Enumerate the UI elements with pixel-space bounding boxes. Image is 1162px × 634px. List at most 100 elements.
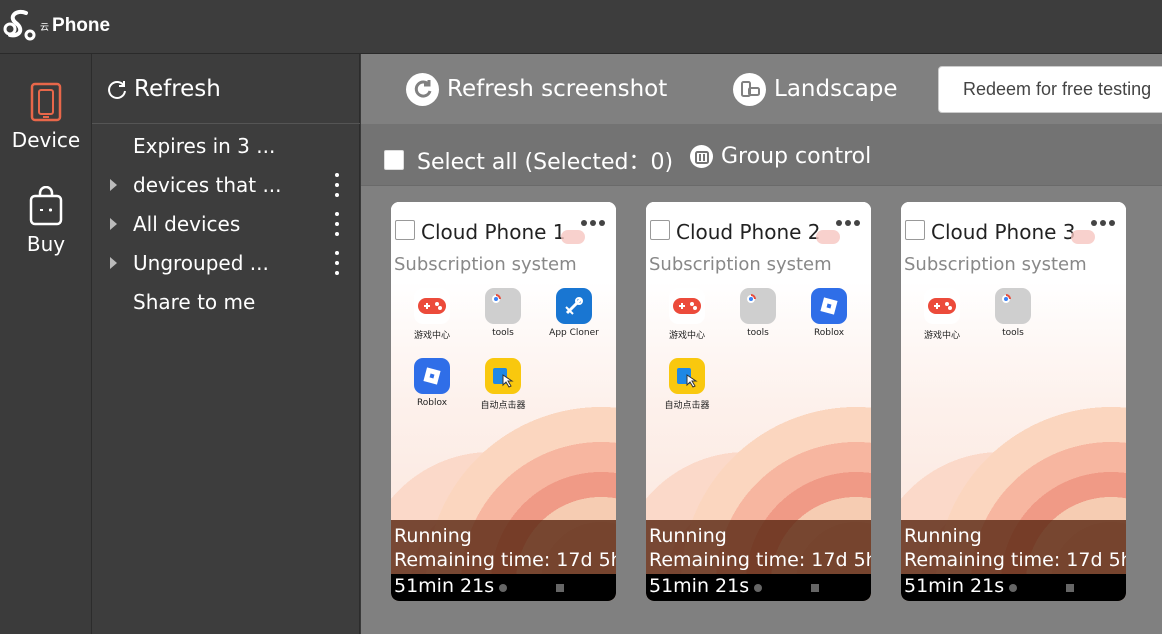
decor-shape-icon bbox=[1071, 230, 1095, 244]
remaining-time-tail: 51min 21s bbox=[394, 575, 495, 597]
status-text: Running bbox=[649, 525, 727, 547]
card-checkbox[interactable] bbox=[905, 220, 925, 240]
group-item-label: All devices bbox=[133, 211, 241, 236]
app-icon[interactable]: Roblox bbox=[402, 358, 462, 408]
app-label: tools bbox=[492, 328, 514, 338]
more-vertical-icon[interactable] bbox=[330, 172, 344, 197]
gamepad-icon bbox=[924, 288, 960, 324]
select-all-checkbox[interactable]: Select all (Selected：0) bbox=[384, 144, 673, 176]
shopping-bag-icon bbox=[29, 186, 63, 226]
app-label: 自动点击器 bbox=[480, 401, 526, 411]
decor-shape-icon bbox=[561, 230, 585, 244]
recents-button-icon[interactable] bbox=[811, 584, 819, 592]
select-all-label: Select all (Selected：0) bbox=[417, 150, 674, 175]
decor-shape-icon bbox=[816, 230, 840, 244]
app-label: Roblox bbox=[416, 398, 448, 408]
card-header: Cloud Phone 3 Subscription system bbox=[901, 202, 1126, 280]
app-icon[interactable]: tools bbox=[473, 288, 533, 338]
more-vertical-icon[interactable] bbox=[330, 211, 344, 236]
remaining-time: Remaining time: 17d 5h bbox=[904, 549, 1126, 571]
tools-folder-icon bbox=[740, 288, 776, 324]
home-button-icon[interactable] bbox=[1009, 584, 1017, 592]
tools-folder-icon bbox=[995, 288, 1031, 324]
group-control-label: Group control bbox=[721, 144, 872, 169]
card-header: Cloud Phone 2 Subscription system bbox=[646, 202, 871, 280]
app-icon[interactable]: 自动点击器 bbox=[473, 358, 533, 411]
app-label: 游戏中心 bbox=[668, 331, 705, 341]
group-control-icon bbox=[690, 145, 713, 168]
roblox-icon bbox=[811, 288, 847, 324]
card-status: Running Remaining time: 17d 5h bbox=[901, 520, 1126, 574]
rail-device[interactable]: Device bbox=[0, 82, 92, 152]
selection-bar: Select all (Selected：0) Group control bbox=[361, 124, 1162, 186]
card-checkbox[interactable] bbox=[395, 220, 415, 240]
gamepad-icon bbox=[669, 288, 705, 324]
app-icon[interactable]: 游戏中心 bbox=[402, 288, 462, 341]
more-horizontal-icon[interactable] bbox=[836, 220, 860, 226]
app-label: App Cloner bbox=[549, 328, 599, 338]
app-icon[interactable]: tools bbox=[728, 288, 788, 338]
group-item-label: devices that ... bbox=[133, 172, 282, 197]
cloud-phone-card[interactable]: Cloud Phone 2 Subscription system 游戏中心 t… bbox=[646, 202, 871, 601]
logo-small-text: 云 bbox=[40, 22, 50, 33]
status-text: Running bbox=[394, 525, 472, 547]
remaining-time-tail: 51min 21s bbox=[649, 575, 750, 597]
app-label: tools bbox=[1002, 328, 1024, 338]
home-button-icon[interactable] bbox=[754, 584, 762, 592]
app-icon[interactable]: App Cloner bbox=[544, 288, 604, 338]
more-vertical-icon[interactable] bbox=[330, 250, 344, 275]
expand-arrow-icon[interactable] bbox=[110, 217, 117, 230]
app-icon[interactable]: tools bbox=[983, 288, 1043, 338]
card-title: Cloud Phone 3 bbox=[931, 220, 1076, 244]
group-item-devices-that[interactable]: devices that ... bbox=[92, 165, 360, 204]
landscape-label: Landscape bbox=[774, 76, 898, 102]
more-horizontal-icon[interactable] bbox=[1091, 220, 1115, 226]
refresh-screenshot-button[interactable]: Refresh screenshot bbox=[406, 72, 667, 106]
expand-arrow-icon[interactable] bbox=[110, 178, 117, 191]
top-bar: 云 Phone bbox=[0, 0, 1162, 54]
app-label: Roblox bbox=[813, 328, 845, 338]
home-button-icon[interactable] bbox=[499, 584, 507, 592]
toolbar: Refresh screenshot Landscape Redeem for … bbox=[361, 54, 1162, 124]
recents-button-icon[interactable] bbox=[556, 584, 564, 592]
app-icon[interactable]: Roblox bbox=[799, 288, 859, 338]
cloud-phone-card[interactable]: Cloud Phone 1 Subscription system 游戏中心 t… bbox=[391, 202, 616, 601]
remaining-time: Remaining time: 17d 5h bbox=[649, 549, 871, 571]
app-cloner-icon bbox=[556, 288, 592, 324]
rail-buy-label: Buy bbox=[26, 232, 66, 256]
group-item-share-to-me[interactable]: Share to me bbox=[92, 282, 360, 321]
card-subtitle: Subscription system bbox=[649, 254, 832, 275]
checkbox-box[interactable] bbox=[384, 150, 404, 170]
card-status: Running Remaining time: 17d 5h bbox=[646, 520, 871, 574]
app-logo: 云 Phone bbox=[2, 6, 110, 46]
redeem-input[interactable]: Redeem for free testing bbox=[938, 66, 1162, 113]
more-horizontal-icon[interactable] bbox=[581, 220, 605, 226]
rail-buy[interactable]: Buy bbox=[0, 186, 92, 256]
group-item-ungrouped[interactable]: Ungrouped ... bbox=[92, 243, 360, 282]
app-label: 游戏中心 bbox=[413, 331, 450, 341]
app-icon[interactable]: 自动点击器 bbox=[657, 358, 717, 411]
group-item-label: Ungrouped ... bbox=[133, 250, 269, 275]
group-item-all-devices[interactable]: All devices bbox=[92, 204, 360, 243]
group-item-expires[interactable]: Expires in 3 ... bbox=[92, 126, 360, 165]
group-item-label: Expires in 3 ... bbox=[133, 133, 276, 158]
left-rail: Device Buy bbox=[0, 54, 92, 634]
status-text: Running bbox=[904, 525, 982, 547]
card-subtitle: Subscription system bbox=[394, 254, 577, 275]
expand-arrow-icon[interactable] bbox=[110, 256, 117, 269]
phone-nav-bar: 51min 21s bbox=[646, 574, 871, 601]
refresh-groups-button[interactable]: Refresh bbox=[92, 54, 360, 124]
tools-folder-icon bbox=[485, 288, 521, 324]
group-control-button[interactable]: Group control bbox=[690, 144, 871, 169]
refresh-screenshot-label: Refresh screenshot bbox=[447, 76, 668, 102]
gamepad-icon bbox=[414, 288, 450, 324]
cloud-phone-card[interactable]: Cloud Phone 3 Subscription system 游戏中心 t… bbox=[901, 202, 1126, 601]
app-label: tools bbox=[747, 328, 769, 338]
card-header: Cloud Phone 1 Subscription system bbox=[391, 202, 616, 280]
card-checkbox[interactable] bbox=[650, 220, 670, 240]
app-icon[interactable]: 游戏中心 bbox=[912, 288, 972, 341]
app-icon[interactable]: 游戏中心 bbox=[657, 288, 717, 341]
landscape-button[interactable]: Landscape bbox=[733, 72, 898, 106]
recents-button-icon[interactable] bbox=[1066, 584, 1074, 592]
landscape-icon bbox=[733, 72, 766, 106]
